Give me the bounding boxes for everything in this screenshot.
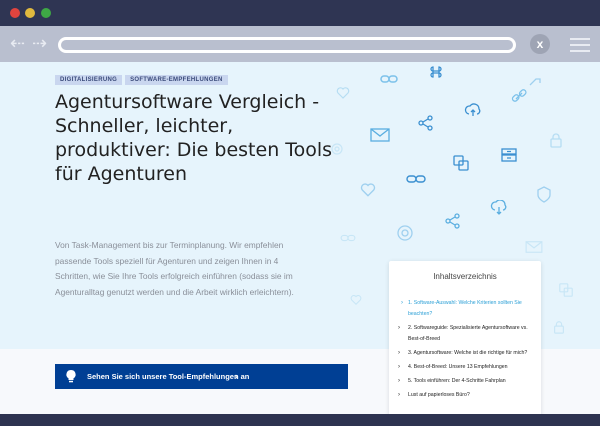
toc-item-label: Lust auf papierloses Büro? [408, 392, 470, 398]
mail-icon [370, 128, 390, 142]
title-bar [0, 0, 600, 26]
chrome-icon [397, 225, 413, 241]
tool-recommendations-button[interactable]: Sehen Sie sich unsere Tool-Empfehlungen … [55, 364, 348, 389]
close-window-dot[interactable] [10, 8, 20, 18]
chevron-right-icon: › [398, 392, 400, 398]
toc-item[interactable]: › 2. Softwareguide: Spezialisierte Agentu… [396, 323, 538, 345]
chevron-right-icon: › [398, 364, 400, 370]
toc-item[interactable]: › 4. Best-of-Breed: Unsere 13 Empfehlunge… [396, 362, 538, 373]
chevron-right-icon: › [398, 350, 400, 356]
heart-icon [360, 183, 376, 197]
chevron-right-icon: › [398, 325, 400, 331]
chevron-right-icon: › [235, 371, 238, 381]
bottom-frame-bar [0, 414, 600, 426]
chevron-right-icon: › [401, 300, 403, 306]
toc-item-label: 4. Best-of-Breed: Unsere 13 Empfehlungen [408, 364, 508, 370]
category-tags: DIGITALISIERUNG SOFTWARE-EMPFEHLUNGEN [55, 68, 231, 86]
minimize-window-dot[interactable] [25, 8, 35, 18]
toc-item[interactable]: › Lust auf papierloses Büro? [396, 390, 538, 401]
toc-list: › 1. Software-Auswahl: Welche Kriterien s… [396, 298, 538, 404]
back-arrow-icon[interactable]: ⇠ [10, 34, 25, 52]
table-of-contents: Inhaltsverzeichnis › 1. Software-Auswahl:… [389, 261, 541, 414]
share-nodes-icon [445, 213, 460, 229]
close-tab-button[interactable]: x [530, 34, 550, 54]
forward-arrow-icon[interactable]: ⇢ [32, 34, 47, 52]
link-icon [380, 75, 398, 83]
browser-toolbar: ⇠ ⇢ x [0, 26, 600, 62]
share-nodes-icon [418, 115, 433, 131]
link-icon [406, 175, 426, 183]
page-title: Agentursoftware Vergleich - Schneller, l… [55, 91, 333, 185]
shield-icon [537, 186, 551, 203]
lightbulb-icon [65, 369, 77, 386]
lock-icon [550, 133, 562, 148]
link-icon [340, 234, 356, 242]
toc-item[interactable]: › 1. Software-Auswahl: Welche Kriterien s… [396, 298, 538, 320]
command-icon [430, 66, 442, 78]
category-tag[interactable]: DIGITALISIERUNG [55, 75, 123, 85]
copy-icon [559, 283, 573, 297]
chevron-right-icon: › [398, 378, 400, 384]
cloud-download-icon [490, 200, 507, 215]
toc-item-label: 5. Tools einführen: Der 4-Schritte Fahrp… [408, 378, 506, 384]
toc-item[interactable]: › 5. Tools einführen: Der 4-Schritte Fahr… [396, 376, 538, 387]
link-icon [511, 89, 527, 102]
share-icon [529, 78, 541, 86]
copy-icon [453, 155, 469, 171]
mail-icon [525, 241, 543, 253]
cloud-upload-icon [464, 103, 481, 116]
toc-item[interactable]: › 3. Agentursoftware: Welche ist die rich… [396, 348, 538, 359]
lock-icon [554, 321, 564, 334]
heart-icon [350, 295, 362, 306]
hamburger-menu-icon[interactable] [570, 38, 590, 56]
toc-item-label: 1. Software-Auswahl: Welche Kriterien so… [408, 300, 522, 317]
page-content: DIGITALISIERUNG SOFTWARE-EMPFEHLUNGEN Age… [0, 62, 600, 414]
category-tag[interactable]: SOFTWARE-EMPFEHLUNGEN [125, 75, 228, 85]
cta-label: Sehen Sie sich unsere Tool-Empfehlungen … [87, 372, 250, 381]
toc-item-label: 2. Softwareguide: Spezialisierte Agentur… [408, 325, 528, 342]
browser-window: ⇠ ⇢ x DIGITALISIERUNG SOFTWARE-EMPFEHLUN… [0, 0, 600, 426]
archive-icon [501, 148, 517, 162]
toc-item-label: 3. Agentursoftware: Welche ist die richt… [408, 350, 528, 356]
maximize-window-dot[interactable] [41, 8, 51, 18]
address-bar[interactable] [58, 37, 516, 53]
intro-paragraph: Von Task-Management bis zur Terminplanun… [55, 240, 294, 297]
toc-title: Inhaltsverzeichnis [433, 272, 497, 281]
